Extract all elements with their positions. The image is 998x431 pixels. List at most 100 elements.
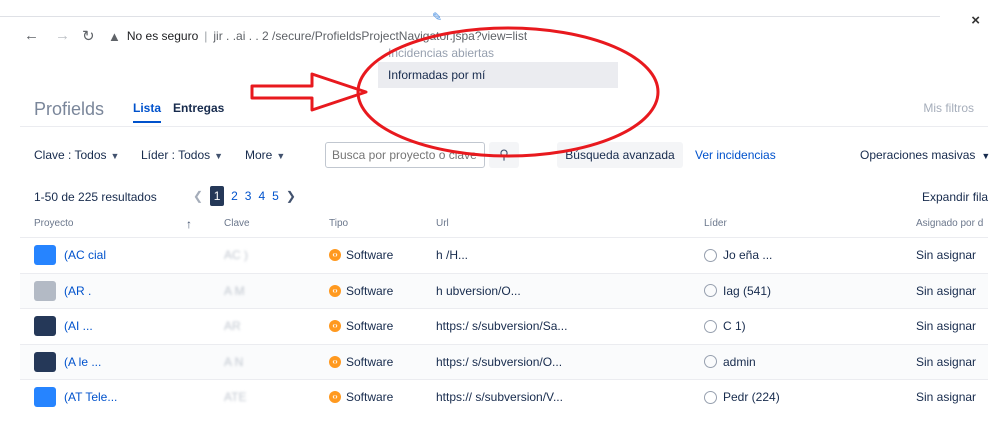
col-lider[interactable]: Líder [704, 218, 727, 229]
page-5[interactable]: 5 [272, 189, 279, 203]
col-proyecto[interactable]: Proyecto [34, 218, 73, 229]
cell-lider: Jo eña ... [704, 248, 884, 262]
page-4[interactable]: 4 [258, 189, 265, 203]
user-avatar-icon [704, 284, 717, 297]
my-filters-link[interactable]: Mis filtros [923, 101, 974, 115]
project-avatar-icon [34, 316, 56, 336]
cell-proyecto[interactable]: (AC cial [64, 248, 194, 262]
cell-tipo: ‹› Software [329, 355, 429, 369]
page-1[interactable]: 1 [210, 186, 225, 206]
address-bar[interactable]: ▲ No es seguro | jir . .ai . . 2 /secure… [108, 24, 938, 48]
warning-icon: ▲ [108, 28, 121, 44]
forward-arrow-icon[interactable]: → [55, 27, 70, 44]
cell-asignado: Sin asignar [916, 248, 977, 262]
chevron-down-icon: ▼ [276, 151, 286, 161]
more-filter[interactable]: More ▼ [245, 148, 285, 162]
col-url[interactable]: Url [436, 218, 449, 229]
cell-clave: A M [224, 283, 245, 298]
cell-proyecto[interactable]: (AR . [64, 284, 194, 298]
tab-lista[interactable]: Lista [133, 101, 162, 123]
lider-name: Pedr (224) [723, 390, 780, 404]
cell-asignado: Sin asignar [916, 319, 977, 333]
dropdown-item-reported-by-me[interactable]: Informadas por mí [378, 62, 618, 88]
cell-lider: C 1) [704, 319, 884, 333]
cell-clave: AC ) [224, 248, 248, 262]
cell-clave: A N [224, 354, 244, 369]
cell-asignado: Sin asignar [916, 283, 977, 298]
prev-page-icon[interactable]: ❮ [193, 189, 203, 203]
cell-url[interactable]: https:/ s/subversion/O... [436, 355, 676, 369]
user-avatar-icon [704, 355, 717, 368]
cell-proyecto[interactable]: (AI ... [64, 319, 194, 333]
annotation-arrow [250, 72, 368, 112]
col-clave[interactable]: Clave [224, 218, 250, 229]
cell-clave: AR [224, 319, 241, 333]
table-row[interactable]: (AI ... AR ‹› Software https:/ s/subversion… [20, 308, 988, 344]
filters-dropdown: Incidencias abiertas Informadas por mí [378, 46, 618, 88]
table-row[interactable]: (AR . A M ‹› Software h ubversion/O... Iag (5… [20, 272, 988, 309]
tipo-label: Software [346, 319, 394, 333]
cell-url[interactable]: h /H... [436, 248, 676, 262]
expand-rows-link[interactable]: Expandir fila [922, 190, 988, 204]
lider-name: Jo eña ... [723, 248, 773, 262]
cell-clave: ATE [224, 390, 247, 404]
cell-proyecto[interactable]: (A le ... [64, 355, 194, 369]
software-type-icon: ‹› [329, 284, 341, 297]
results-count: 1-50 de 225 resultados [34, 190, 157, 204]
next-page-icon[interactable]: ❯ [286, 189, 296, 203]
browser-toolbar: ✎ × ← → ↻ ▲ No es seguro | jir . .ai . .… [0, 0, 998, 52]
search-button[interactable]: ⚲ [489, 142, 519, 168]
cell-url[interactable]: h ubversion/O... [436, 284, 676, 298]
lider-name: C 1) [723, 319, 746, 333]
tab-strip-divider [0, 16, 940, 17]
lider-filter[interactable]: Líder : Todos ▼ [141, 148, 223, 162]
chevron-down-icon: ▼ [214, 151, 224, 161]
clave-filter-label: Clave : Todos [34, 148, 107, 162]
clave-filter[interactable]: Clave : Todos ▼ [34, 148, 119, 162]
cell-asignado: Sin asignar [916, 354, 977, 369]
project-avatar-icon [34, 245, 56, 265]
cell-tipo: ‹› Software [329, 319, 429, 333]
dropdown-item-open-issues[interactable]: Incidencias abiertas [378, 46, 618, 62]
user-avatar-icon [704, 319, 717, 333]
bulk-operations-label: Operaciones masivas [860, 148, 976, 162]
tipo-label: Software [346, 390, 394, 404]
address-separator: | [204, 29, 208, 43]
col-asignado[interactable]: Asignado por d [916, 218, 983, 229]
cell-lider: Iag (541) [704, 284, 884, 298]
tipo-label: Software [346, 248, 394, 262]
cell-url[interactable]: https:/ s/subversion/Sa... [436, 319, 676, 333]
cell-tipo: ‹› Software [329, 248, 429, 262]
lider-name: Iag (541) [723, 283, 772, 298]
tab-entregas[interactable]: Entregas [173, 101, 224, 115]
software-type-icon: ‹› [329, 391, 341, 403]
cell-lider: admin [704, 355, 884, 369]
table-row[interactable]: (AT Tele... ATE ‹› Software https:// s/subve… [20, 379, 988, 415]
col-tipo[interactable]: Tipo [329, 218, 348, 229]
back-arrow-icon[interactable]: ← [24, 27, 39, 44]
table-row[interactable]: (AC cial AC ) ‹› Software h /H... Jo eña ... S… [20, 237, 988, 273]
bulk-operations-dropdown[interactable]: Operaciones masivas ▼ [860, 148, 990, 162]
project-avatar-icon [34, 387, 56, 407]
lider-filter-label: Líder : Todos [141, 148, 211, 162]
search-input[interactable] [325, 142, 485, 168]
page-2[interactable]: 2 [231, 189, 238, 203]
more-filter-label: More [245, 148, 273, 162]
cell-url[interactable]: https:// s/subversion/V... [436, 390, 676, 404]
cell-tipo: ‹› Software [329, 390, 429, 404]
sort-up-icon[interactable]: ↑ [186, 217, 192, 231]
cell-asignado: Sin asignar [916, 390, 977, 404]
software-type-icon: ‹› [329, 320, 341, 332]
reload-icon[interactable]: ↻ [82, 27, 95, 45]
table-row[interactable]: (A le ... A N ‹› Software https:/ s/subversi… [20, 343, 988, 380]
url-text[interactable]: jir . .ai . . 2 /secure/ProfieldsProject… [213, 29, 527, 43]
cell-tipo: ‹› Software [329, 284, 429, 298]
close-icon[interactable]: × [971, 12, 980, 29]
advanced-search-button[interactable]: Búsqueda avanzada [557, 142, 683, 168]
page-3[interactable]: 3 [245, 189, 252, 203]
search-icon: ⚲ [499, 147, 509, 162]
cell-proyecto[interactable]: (AT Tele... [64, 390, 194, 404]
software-type-icon: ‹› [329, 355, 341, 368]
view-issues-link[interactable]: Ver incidencias [695, 148, 776, 162]
security-label: No es seguro [126, 29, 199, 43]
